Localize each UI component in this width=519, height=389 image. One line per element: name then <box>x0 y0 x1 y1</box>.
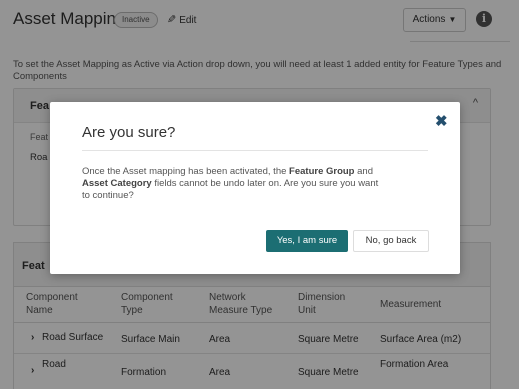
cancel-button[interactable]: No, go back <box>353 230 429 252</box>
close-icon[interactable]: ✖ <box>435 112 448 130</box>
confirm-dialog: Are you sure? ✖ Once the Asset mapping h… <box>50 102 460 274</box>
dialog-message-text: and <box>354 166 373 177</box>
dialog-message-asset-category: Asset Category <box>82 178 152 189</box>
confirm-button[interactable]: Yes, I am sure <box>266 230 348 252</box>
dialog-divider <box>82 150 428 151</box>
dialog-message: Once the Asset mapping has been activate… <box>82 166 382 202</box>
dialog-message-feature-group: Feature Group <box>289 166 355 177</box>
dialog-message-text: Once the Asset mapping has been activate… <box>82 166 290 177</box>
dialog-title: Are you sure? <box>82 124 176 141</box>
